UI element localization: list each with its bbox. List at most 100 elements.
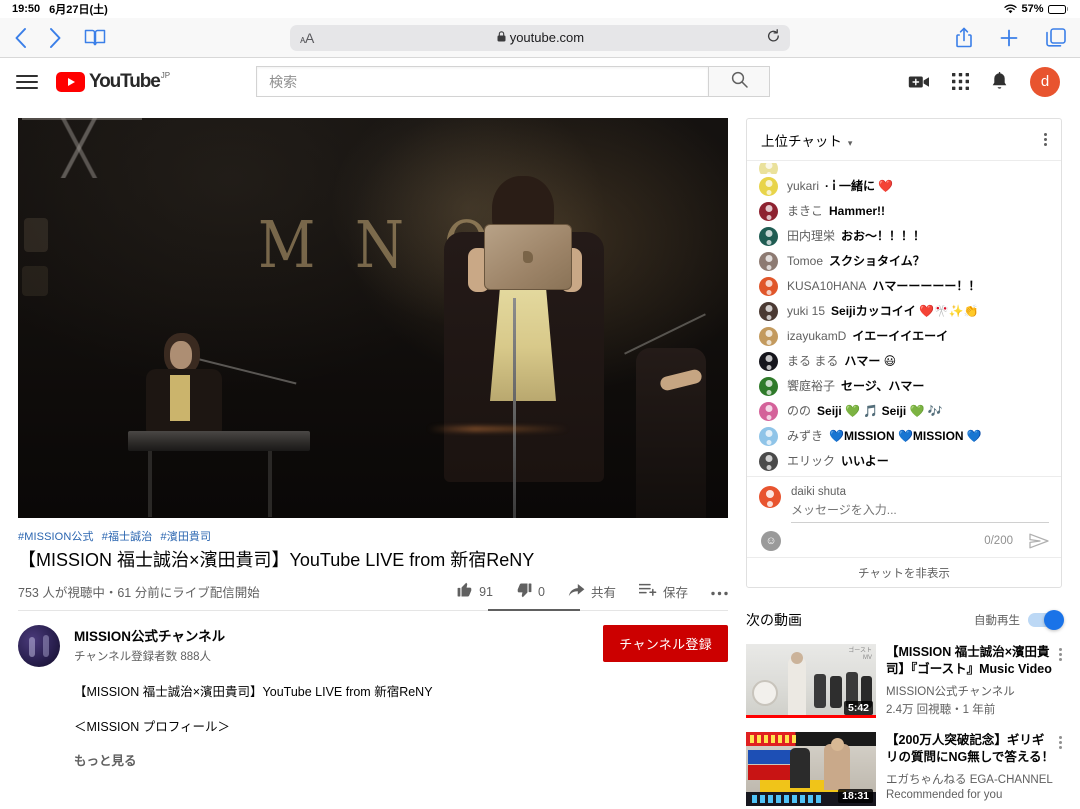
forward-chevron-icon[interactable] [49, 27, 62, 49]
chat-input-zone: daiki shuta ☺ 0/200 [747, 476, 1061, 557]
subscribe-button[interactable]: チャンネル登録 [603, 625, 728, 662]
like-count: 91 [479, 584, 494, 599]
apps-grid-icon[interactable] [952, 73, 969, 90]
chat-mode-selector[interactable]: 上位チャット ▾ [761, 130, 852, 150]
plus-icon[interactable] [1000, 29, 1018, 47]
youtube-logo[interactable]: YouTube JP [56, 70, 171, 92]
chat-avatar[interactable] [759, 177, 778, 196]
text-size-button[interactable]: ᴀA [300, 30, 314, 46]
search-box[interactable] [256, 66, 709, 97]
chat-avatar[interactable] [759, 377, 778, 396]
save-button[interactable]: 保存 [638, 582, 688, 601]
chat-avatar[interactable] [759, 202, 778, 221]
chat-username: daiki shuta [791, 486, 846, 498]
hashtag-1[interactable]: #福士誠治 [102, 531, 153, 543]
recommended-title: 【MISSION 福士誠治×濱田貴司】『ゴースト』Music Video [886, 645, 1052, 676]
search-submit-button[interactable] [708, 66, 771, 97]
hide-chat-button[interactable]: チャットを非表示 [747, 557, 1061, 587]
dislike-count: 0 [538, 584, 545, 599]
up-next-header: 次の動画 自動再生 [746, 610, 1064, 630]
stage-amp-left-upper [24, 218, 48, 252]
recommended-menu-kebab-icon[interactable] [1059, 732, 1062, 806]
send-arrow-icon[interactable] [1029, 533, 1049, 549]
wifi-icon [1004, 4, 1018, 14]
chat-text: イエーイイエーイ [852, 329, 949, 343]
youtube-country-code: JP [160, 70, 171, 80]
search-icon [731, 71, 748, 93]
chat-message-list[interactable]: yukari · i̇ 一緒に ❤️ まきこ Hammer!! 田内理栄 おお〜！！！！ T… [747, 161, 1061, 476]
save-label: 保存 [662, 586, 688, 600]
hashtag-2[interactable]: #濱田貴司 [161, 531, 212, 543]
chat-author: まきこ [787, 204, 824, 218]
recommended-video-0[interactable]: ゴースト MV 5:42 【MISSION 福士誠治×濱田貴司】『ゴースト』Mus… [746, 644, 1062, 718]
keyboard-player [128, 333, 318, 518]
hamburger-menu-icon[interactable] [16, 74, 38, 89]
video-duration: 5:42 [843, 701, 873, 715]
recommended-title: 【200万人突破記念】ギリギリの質問にNG無しで答える！ [886, 733, 1055, 764]
chat-avatar[interactable] [759, 163, 778, 174]
autoplay-label: 自動再生 [974, 615, 1020, 627]
tabs-icon[interactable] [1046, 28, 1066, 47]
chat-author: KUSA10HANA [787, 279, 867, 293]
chat-avatar[interactable] [759, 327, 778, 346]
chat-avatar[interactable] [759, 302, 778, 321]
chat-avatar[interactable] [759, 402, 778, 421]
more-actions-button[interactable] [711, 585, 728, 599]
recommended-meta: 2.4万 回視聴・1 年前 [886, 704, 996, 716]
chat-text: Seijiカッコイイ ❤️🎌✨👏 [831, 304, 979, 318]
chat-message-body: まきこ Hammer!! [787, 203, 885, 220]
view-count-text: 753 人が視聴中・61 分前にライブ配信開始 [18, 586, 260, 600]
video-camera-icon[interactable] [908, 74, 930, 90]
save-playlist-icon [638, 583, 657, 600]
recommended-meta: Recommended for you [886, 789, 1003, 801]
channel-name[interactable]: MISSION公式チャンネル [74, 625, 225, 645]
reload-icon[interactable] [767, 29, 780, 46]
chat-author: エリック [787, 454, 836, 468]
video-thumbnail[interactable]: ゴースト MV 5:42 [746, 644, 876, 718]
autoplay-toggle[interactable] [1028, 610, 1064, 630]
chat-message-body: のの Seiji 💚 🎵 Seiji 💚 🎶 [787, 403, 943, 420]
share-button[interactable]: 共有 [568, 582, 616, 601]
show-more-button[interactable]: もっと見る [74, 750, 728, 769]
chat-author: 饗庭裕子 [787, 379, 836, 393]
chat-message-input[interactable] [791, 498, 1049, 523]
bookmarks-icon[interactable] [84, 28, 106, 47]
chat-message: 饗庭裕子 セージ、ハマー [747, 374, 1061, 399]
chat-avatar[interactable] [759, 427, 778, 446]
account-avatar[interactable]: d [1030, 66, 1060, 97]
chat-author: izayukamD [787, 329, 847, 343]
chat-author: みずき [787, 429, 824, 443]
video-player[interactable]: M N O [18, 118, 728, 518]
address-bar[interactable]: ᴀA youtube.com [290, 24, 790, 51]
dislike-button[interactable]: 0 [516, 582, 545, 601]
chat-avatar[interactable] [759, 277, 778, 296]
hashtag-0[interactable]: #MISSION公式 [18, 531, 94, 543]
lock-icon [497, 30, 506, 45]
thumbs-up-icon [457, 582, 473, 601]
back-chevron-icon[interactable] [14, 27, 27, 49]
chat-message: まる まる ハマー 😃 [747, 349, 1061, 374]
chat-text: · i̇ 一緒に ❤️ [825, 179, 894, 193]
like-button[interactable]: 91 [457, 582, 493, 601]
chat-author: Tomoe [787, 254, 824, 268]
share-icon[interactable] [956, 27, 972, 48]
video-description: 【MISSION 福士誠治×濱田貴司】YouTube LIVE from 新宿R… [18, 681, 728, 769]
recommended-menu-kebab-icon[interactable] [1059, 644, 1062, 718]
chat-text: ハマー 😃 [844, 354, 897, 368]
chat-avatar[interactable] [759, 227, 778, 246]
bell-icon[interactable] [991, 72, 1008, 91]
held-tablet [484, 224, 572, 290]
chat-author: のの [787, 404, 812, 418]
emoji-smiley-icon[interactable]: ☺ [761, 531, 781, 551]
chat-avatar[interactable] [759, 452, 778, 471]
search-input[interactable] [269, 73, 701, 90]
chat-avatar[interactable] [759, 252, 778, 271]
channel-avatar[interactable] [18, 625, 60, 667]
chat-avatar[interactable] [759, 352, 778, 371]
chat-menu-kebab-icon[interactable] [1044, 131, 1047, 148]
chat-message: 田内理栄 おお〜！！！！ [747, 224, 1061, 249]
chat-message: エリック いいよー [747, 449, 1061, 474]
video-thumbnail[interactable]: 18:31 [746, 732, 876, 806]
chat-message-body: yuki 15 Seijiカッコイイ ❤️🎌✨👏 [787, 303, 979, 320]
recommended-video-1[interactable]: 18:31 【200万人突破記念】ギリギリの質問にNG無しで答える！ エガちゃん… [746, 732, 1062, 806]
